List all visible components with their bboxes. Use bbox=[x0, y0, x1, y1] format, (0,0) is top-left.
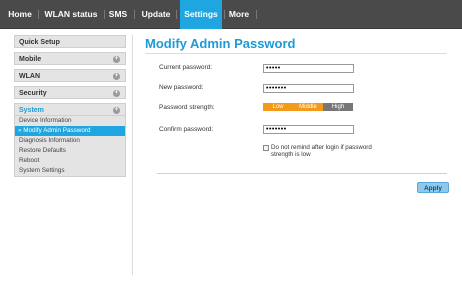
divider bbox=[157, 173, 447, 174]
current-password-field[interactable]: ••••• bbox=[263, 64, 354, 73]
sidebar-item-system[interactable]: System + bbox=[14, 103, 126, 116]
sidebar: Quick Setup Mobile + WLAN + Security + S… bbox=[14, 35, 126, 177]
confirm-password-label: Confirm password: bbox=[159, 126, 214, 133]
divider bbox=[132, 35, 133, 275]
new-password-label: New password: bbox=[159, 84, 204, 91]
page-title: Modify Admin Password bbox=[145, 36, 296, 51]
sidebar-item-wlan[interactable]: WLAN + bbox=[14, 69, 126, 82]
nav-separator bbox=[134, 10, 135, 19]
submenu-diagnosis-information[interactable]: Diagnosis Information bbox=[15, 136, 125, 146]
sidebar-item-quick-setup[interactable]: Quick Setup bbox=[14, 35, 126, 48]
current-password-label: Current password: bbox=[159, 64, 213, 71]
nav-separator bbox=[38, 10, 39, 19]
tab-home[interactable]: Home bbox=[4, 0, 36, 29]
nav-separator bbox=[256, 10, 257, 19]
nav-separator bbox=[104, 10, 105, 19]
sidebar-item-security[interactable]: Security + bbox=[14, 86, 126, 99]
sidebar-item-label: System bbox=[19, 107, 44, 114]
expand-icon[interactable]: + bbox=[113, 107, 120, 114]
strength-low: Low bbox=[263, 103, 293, 111]
tab-update[interactable]: Update bbox=[138, 0, 174, 29]
strength-high: High bbox=[323, 103, 353, 111]
skip-reminder-checkbox[interactable] bbox=[263, 145, 269, 151]
confirm-password-field[interactable]: ••••••• bbox=[263, 125, 354, 134]
submenu-system-settings[interactable]: System Settings bbox=[15, 166, 125, 176]
sidebar-item-label: Mobile bbox=[19, 56, 42, 63]
tab-sms[interactable]: SMS bbox=[106, 0, 130, 29]
strength-middle: Middle bbox=[293, 103, 323, 111]
sidebar-item-label: Security bbox=[19, 90, 47, 97]
password-strength-meter: Low Middle High bbox=[263, 103, 353, 111]
sidebar-item-label: Quick Setup bbox=[19, 39, 60, 46]
sidebar-item-label: WLAN bbox=[19, 73, 40, 80]
expand-icon[interactable]: + bbox=[113, 90, 120, 97]
main-content: Modify Admin Password Current password: … bbox=[145, 35, 460, 193]
expand-icon[interactable]: + bbox=[113, 56, 120, 63]
submenu-modify-admin-password[interactable]: » Modify Admin Password bbox=[15, 126, 125, 136]
submenu-restore-defaults[interactable]: Restore Defaults bbox=[15, 146, 125, 156]
apply-button[interactable]: Apply bbox=[417, 182, 449, 193]
tab-settings[interactable]: Settings bbox=[180, 0, 222, 29]
submenu-device-information[interactable]: Device Information bbox=[15, 116, 125, 126]
expand-icon[interactable]: + bbox=[113, 73, 120, 80]
skip-reminder-label: Do not remind after login if password st… bbox=[271, 144, 372, 158]
tab-more[interactable]: More bbox=[227, 0, 251, 29]
nav-separator bbox=[176, 10, 177, 19]
password-strength-label: Password strength: bbox=[159, 104, 215, 111]
divider bbox=[145, 53, 447, 54]
submenu-reboot[interactable]: Reboot bbox=[15, 156, 125, 166]
sidebar-item-mobile[interactable]: Mobile + bbox=[14, 52, 126, 65]
new-password-field[interactable]: ••••••• bbox=[263, 84, 354, 93]
top-nav-bar: Home WLAN status SMS Update Settings Mor… bbox=[0, 0, 462, 29]
nav-separator bbox=[224, 10, 225, 19]
system-submenu: Device Information » Modify Admin Passwo… bbox=[14, 116, 126, 177]
tab-wlan-status[interactable]: WLAN status bbox=[40, 0, 102, 29]
